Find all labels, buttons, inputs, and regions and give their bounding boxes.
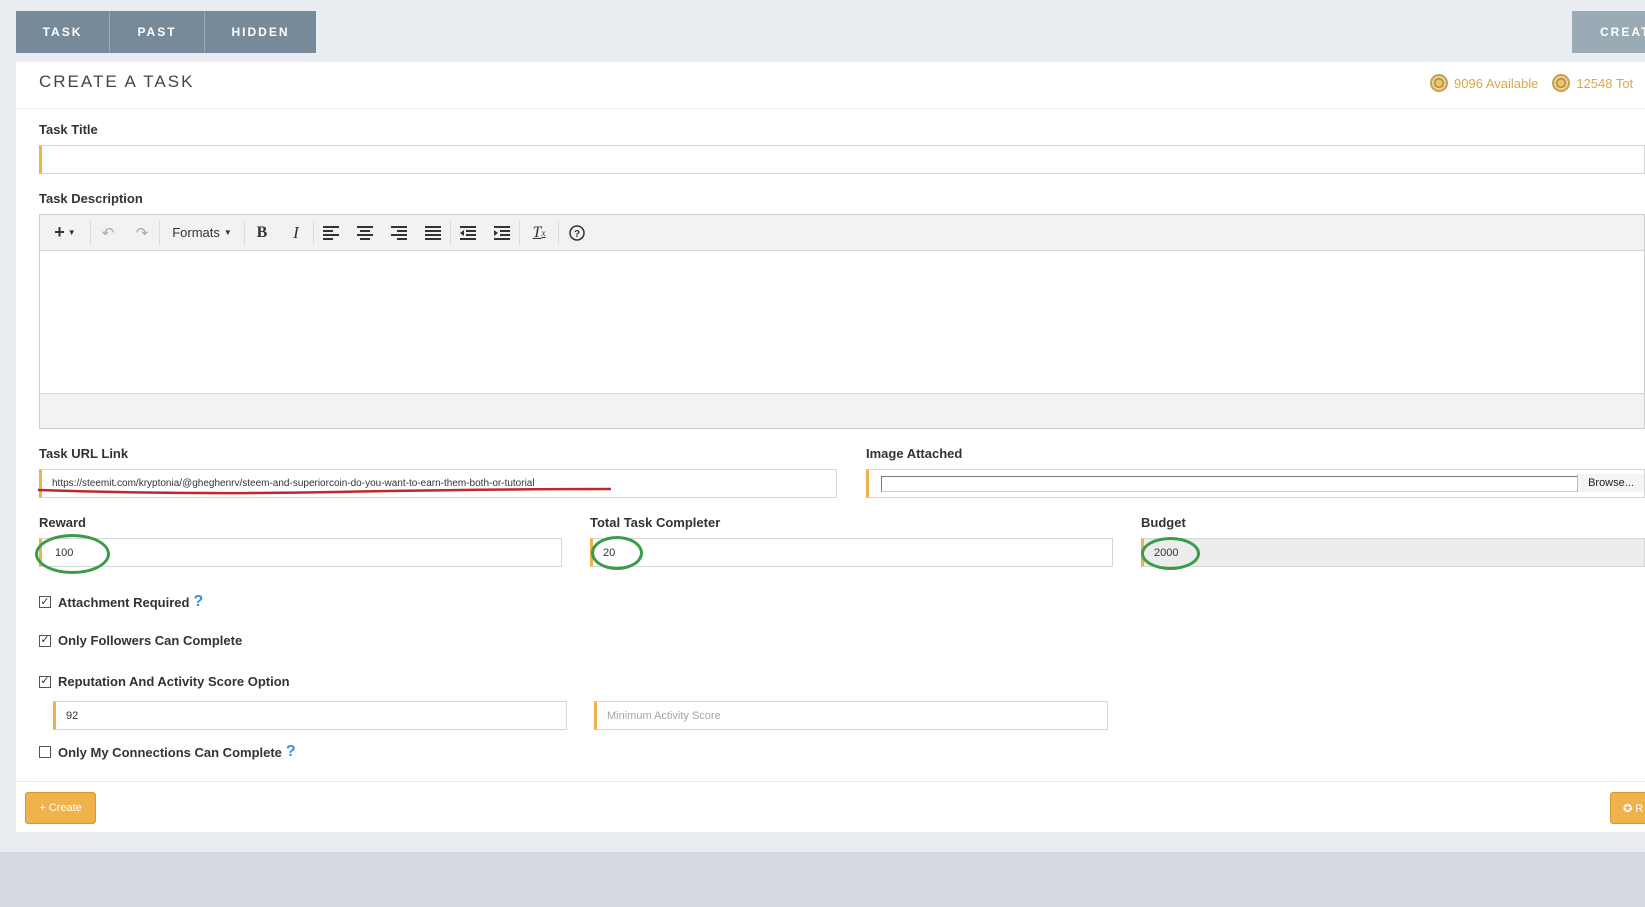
create-tab-button[interactable]: CREAT [1572,11,1645,53]
rich-text-editor: + ▼ ↶ ↷ Formats ▼ B I Tx ? [39,214,1645,429]
image-attached-label: Image Attached [866,446,963,461]
editor-statusbar [40,393,1644,428]
reputation-score-input[interactable]: 92 [53,701,567,730]
reputation-label: Reputation And Activity Score Option [58,674,290,689]
help-icon[interactable]: ? [559,215,595,250]
file-path-field [881,475,1581,492]
align-left-icon[interactable] [314,215,348,250]
tab-past[interactable]: PAST [110,11,205,53]
page-footer-strip [0,852,1645,907]
editor-toolbar: + ▼ ↶ ↷ Formats ▼ B I Tx ? [40,215,1644,251]
outdent-icon[interactable] [451,215,485,250]
divider [16,108,1645,109]
svg-text:?: ? [574,229,580,240]
budget-input: 2000 [1141,538,1645,567]
bold-icon[interactable]: B [245,215,279,250]
only-followers-option: ✓ Only Followers Can Complete [39,633,242,648]
page-title: CREATE A TASK [39,72,195,91]
available-text: 9096 Available [1454,75,1539,91]
formats-dropdown[interactable]: Formats ▼ [160,215,244,250]
redo-icon[interactable]: ↷ [125,215,159,250]
only-connections-checkbox[interactable] [39,746,51,758]
budget-label: Budget [1141,515,1186,530]
indent-icon[interactable] [485,215,519,250]
minimum-activity-score-input[interactable]: Minimum Activity Score [594,701,1108,730]
only-connections-label: Only My Connections Can Complete [58,744,282,760]
attachment-required-option: ✓ Attachment Required ? [39,593,203,611]
task-description-label: Task Description [39,191,143,206]
reset-button[interactable]: ✪ R [1610,792,1645,824]
attachment-required-label: Attachment Required [58,594,190,610]
total-text: 12548 Tot [1576,75,1634,91]
italic-icon[interactable]: I [279,215,313,250]
coin-icon [1430,74,1448,92]
image-file-input[interactable]: Browse... [866,469,1645,498]
undo-icon[interactable]: ↶ [91,215,125,250]
only-connections-option: Only My Connections Can Complete ? [39,743,296,761]
align-justify-icon[interactable] [416,215,450,250]
total-task-completer-label: Total Task Completer [590,515,721,530]
annotation-circle [35,534,110,574]
top-tabs: TASK PAST HIDDEN [16,11,316,53]
browse-button[interactable]: Browse... [1577,474,1644,492]
help-link[interactable]: ? [286,743,296,761]
reward-input[interactable]: 100 [39,538,562,567]
balance-info: 9096 Available 12548 Tot [1430,74,1633,92]
tab-task[interactable]: TASK [16,11,110,53]
align-center-icon[interactable] [348,215,382,250]
task-title-label: Task Title [39,122,98,137]
reputation-option: ✓ Reputation And Activity Score Option [39,674,290,689]
available-balance: 9096 Available [1430,74,1538,92]
only-followers-checkbox[interactable]: ✓ [39,634,51,647]
annotation-circle [591,536,643,570]
task-url-label: Task URL Link [39,446,129,461]
align-right-icon[interactable] [382,215,416,250]
reputation-checkbox[interactable]: ✓ [39,675,51,688]
annotation-circle [1141,537,1200,570]
only-followers-label: Only Followers Can Complete [58,633,243,648]
help-link[interactable]: ? [193,593,203,611]
annotation-underline [37,487,612,495]
total-task-completer-input[interactable]: 20 [590,538,1113,567]
footer-divider [16,781,1645,782]
coin-icon [1552,74,1571,92]
tab-hidden[interactable]: HIDDEN [205,11,316,53]
create-button[interactable]: + Create [25,792,96,824]
task-title-input[interactable] [39,145,1645,174]
total-balance: 12548 Tot [1552,74,1633,92]
insert-plus-icon[interactable]: + ▼ [40,215,90,250]
reward-label: Reward [39,515,86,530]
formats-label: Formats [172,225,220,240]
attachment-required-checkbox[interactable]: ✓ [39,596,51,608]
clear-format-icon[interactable]: Tx [520,215,558,250]
